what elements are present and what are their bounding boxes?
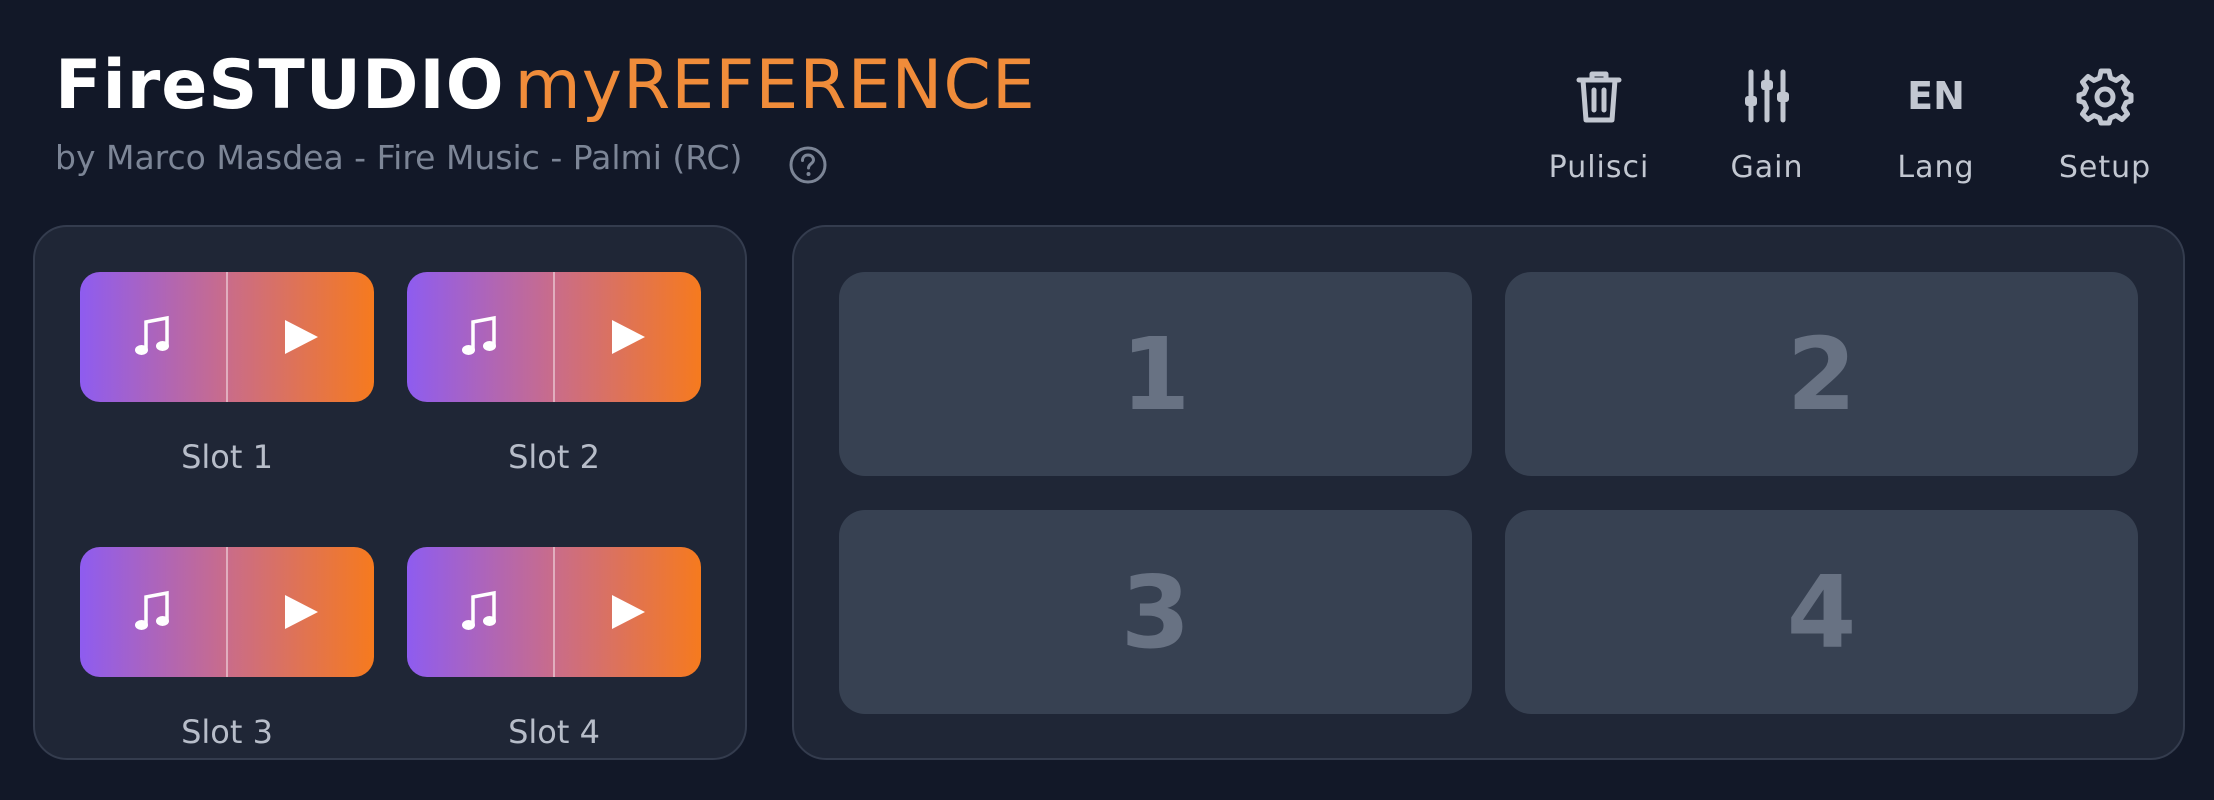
slot-1: Slot 1 (80, 272, 374, 476)
music-note-icon (135, 315, 169, 355)
pad-3[interactable]: 3 (839, 510, 1472, 714)
clear-button-label: Pulisci (1548, 150, 1650, 185)
slot-4: Slot 4 (407, 547, 701, 751)
slot-load-button[interactable] (407, 547, 553, 677)
app-subtitle: by Marco Masdea - Fire Music - Palmi (RC… (55, 138, 743, 177)
gear-icon (2076, 68, 2134, 126)
slot-label: Slot 1 (181, 438, 273, 476)
slot-load-button[interactable] (80, 547, 226, 677)
slot-load-button[interactable] (80, 272, 226, 402)
slot-label: Slot 4 (508, 713, 600, 751)
slot-label: Slot 3 (181, 713, 273, 751)
music-note-icon (462, 315, 496, 355)
slot-play-button[interactable] (228, 547, 374, 677)
gain-button[interactable]: Gain (1697, 60, 1837, 200)
slot-button (80, 272, 374, 402)
slot-3: Slot 3 (80, 547, 374, 751)
app-title-main: FireSTUDIO (55, 46, 505, 125)
setup-button-label: Setup (2058, 150, 2152, 185)
play-icon (285, 595, 318, 629)
trash-icon (1576, 71, 1622, 123)
setup-button[interactable]: Setup (2035, 60, 2175, 200)
slot-play-button[interactable] (228, 272, 374, 402)
lang-button[interactable]: EN Lang (1866, 60, 2006, 200)
slots-panel: Slot 1 Slot 2 Slot 3 Slot 4 (33, 225, 747, 760)
music-note-icon (462, 590, 496, 630)
play-icon (285, 320, 318, 354)
slot-load-button[interactable] (407, 272, 553, 402)
slot-2: Slot 2 (407, 272, 701, 476)
pads-panel: 1 2 3 4 (792, 225, 2185, 760)
app-root: FireSTUDIO myREFERENCE by Marco Masdea - … (0, 0, 2214, 800)
slot-button (407, 272, 701, 402)
pad-1[interactable]: 1 (839, 272, 1472, 476)
slot-button (407, 547, 701, 677)
lang-code: EN (1907, 74, 1965, 118)
sliders-icon (1745, 69, 1789, 123)
gain-button-label: Gain (1730, 150, 1804, 185)
music-note-icon (135, 590, 169, 630)
slot-play-button[interactable] (555, 547, 701, 677)
slot-play-button[interactable] (555, 272, 701, 402)
play-icon (612, 595, 645, 629)
app-title-accent: myREFERENCE (514, 46, 1036, 125)
pad-4[interactable]: 4 (1505, 510, 2138, 714)
slot-label: Slot 2 (508, 438, 600, 476)
help-icon[interactable] (788, 145, 828, 185)
clear-button[interactable]: Pulisci (1529, 60, 1669, 200)
app-title: FireSTUDIO myREFERENCE (55, 40, 1036, 132)
lang-button-label: Lang (1897, 150, 1975, 185)
pad-2[interactable]: 2 (1505, 272, 2138, 476)
slot-button (80, 547, 374, 677)
play-icon (612, 320, 645, 354)
